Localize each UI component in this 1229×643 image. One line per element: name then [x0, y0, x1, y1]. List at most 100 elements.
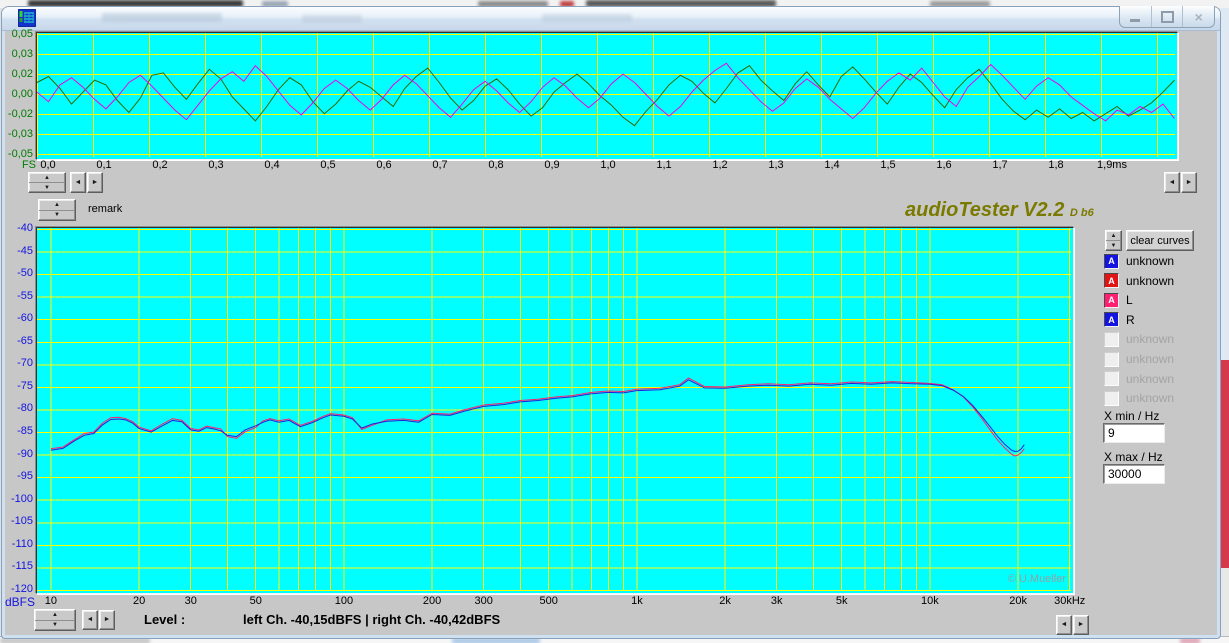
response-y-tick-label: -55	[0, 290, 33, 303]
legend-item-unknown-1[interactable]: Aunknown	[1104, 271, 1174, 291]
scope-scroll-right-button[interactable]: ►	[87, 172, 103, 193]
response-y-tick-label: -120	[0, 583, 33, 596]
scope-x-tick-label: 1,7	[978, 159, 1022, 172]
spin-down-button[interactable]: ▼	[1106, 240, 1121, 250]
scope-x-tick-label: 1,1	[642, 159, 686, 172]
maximize-button[interactable]	[1152, 6, 1184, 27]
maximize-icon	[1161, 11, 1174, 23]
response-y-tick-label: -110	[0, 538, 33, 551]
response-x-tick-label: 200	[407, 595, 457, 608]
legend-item-R[interactable]: AR	[1104, 310, 1135, 330]
response-y-tick-label: -115	[0, 560, 33, 573]
response-x-tick-label: 5k	[817, 595, 867, 608]
legend-color-checkbox[interactable]	[1104, 332, 1119, 347]
app-logo: audioTester V2.2 D b6	[905, 199, 1094, 222]
level-label: Level :	[144, 612, 185, 627]
spin-down-button[interactable]: ▼	[39, 210, 75, 221]
response-x-tick-label: 500	[524, 595, 574, 608]
status-scroll-right-button[interactable]: ►	[99, 610, 115, 630]
minimize-icon	[1130, 19, 1140, 22]
status-spinner: ▲ ▼	[34, 609, 76, 631]
app-icon	[18, 9, 36, 27]
clear-curves-button[interactable]: clear curves	[1126, 230, 1194, 251]
arrow-right-icon: ►	[1078, 622, 1085, 628]
scope-scroll-right-button-2[interactable]: ►	[1181, 172, 1197, 193]
x-max-label: X max / Hz	[1104, 450, 1163, 464]
minimize-button[interactable]	[1120, 6, 1152, 27]
spin-down-icon: ▼	[54, 212, 60, 218]
legend-item-unknown-6[interactable]: unknown	[1104, 369, 1174, 389]
legend-item-label: unknown	[1126, 254, 1174, 268]
legend-item-label: unknown	[1126, 274, 1174, 288]
response-x-tick-label: 300	[459, 595, 509, 608]
response-y-tick-label: -60	[0, 312, 33, 325]
remark-label[interactable]: remark	[88, 203, 122, 215]
response-x-tick-label: 100	[319, 595, 369, 608]
app-logo-title: audioTester V2.2	[905, 199, 1064, 221]
remark-spinner: ▲ ▼	[38, 199, 76, 221]
scope-x-tick-label: 1,6	[922, 159, 966, 172]
spin-up-icon: ▲	[54, 202, 60, 208]
scope-plot-area[interactable]	[36, 32, 1178, 160]
response-x-tick-label: 3k	[752, 595, 802, 608]
scope-x-tick-label: 0,6	[362, 159, 406, 172]
arrow-right-icon: ►	[92, 180, 99, 186]
legend-item-unknown-4[interactable]: unknown	[1104, 329, 1174, 349]
spin-up-icon: ▲	[44, 175, 50, 181]
x-min-input[interactable]: 9	[1103, 423, 1165, 443]
spin-down-icon: ▼	[44, 185, 50, 191]
response-y-tick-label: -95	[0, 470, 33, 483]
scope-x-tick-label: 1,3	[754, 159, 798, 172]
legend-item-unknown-0[interactable]: Aunknown	[1104, 251, 1174, 271]
legend-color-checkbox[interactable]	[1104, 391, 1119, 406]
response-x-tick-label: 50	[231, 595, 281, 608]
legend-color-checkbox[interactable]	[1104, 371, 1119, 386]
scope-scroll-left-button[interactable]: ◄	[70, 172, 86, 193]
response-x-tick-label: 20	[114, 595, 164, 608]
x-max-input[interactable]: 30000	[1103, 464, 1165, 484]
close-button[interactable]: ×	[1183, 6, 1214, 27]
scope-x-tick-label: 1,8	[1034, 159, 1078, 172]
scope-x-tick-label: 1,9ms	[1090, 159, 1134, 172]
scope-x-tick-label: 1,0	[586, 159, 630, 172]
response-y-tick-label: -75	[0, 380, 33, 393]
scope-scroll-left-button-2[interactable]: ◄	[1164, 172, 1180, 193]
spin-up-button[interactable]: ▲	[35, 610, 75, 620]
legend-item-unknown-5[interactable]: unknown	[1104, 349, 1174, 369]
arrow-left-icon: ◄	[1169, 180, 1176, 186]
legend-color-checkbox[interactable]: A	[1104, 293, 1119, 308]
legend-item-L[interactable]: AL	[1104, 290, 1133, 310]
legend-item-unknown-7[interactable]: unknown	[1104, 388, 1174, 408]
response-plot-area[interactable]: © U.Mueller	[36, 227, 1074, 594]
spin-up-button[interactable]: ▲	[1106, 231, 1121, 240]
response-y-tick-label: -45	[0, 245, 33, 258]
scope-fs-label: FS	[16, 159, 36, 171]
spin-down-button[interactable]: ▼	[29, 182, 65, 192]
spin-up-button[interactable]: ▲	[39, 200, 75, 210]
scope-x-tick-label: 1,2	[698, 159, 742, 172]
response-y-tick-label: -100	[0, 493, 33, 506]
curve-legend: AunknownAunknownALARunknownunknownunknow…	[1104, 251, 1214, 411]
spin-up-button[interactable]: ▲	[29, 173, 65, 182]
legend-color-checkbox[interactable]: A	[1104, 273, 1119, 288]
scope-y-tick-label: -0,02	[0, 108, 33, 121]
spin-up-icon: ▲	[52, 612, 58, 618]
status-scroll-left-button[interactable]: ◄	[82, 610, 98, 630]
scope-x-tick-label: 0,3	[194, 159, 238, 172]
desktop: × 0,050,030,020,00-0,02-0,03-0,05 0,00,1…	[0, 0, 1229, 643]
response-scroll-right-button[interactable]: ►	[1073, 615, 1089, 635]
response-scroll-left-button[interactable]: ◄	[1056, 615, 1072, 635]
response-y-tick-label: -40	[0, 222, 33, 235]
legend-color-checkbox[interactable]: A	[1104, 312, 1119, 327]
caption-button-group: ×	[1119, 6, 1215, 28]
scope-x-tick-label: 0,4	[250, 159, 294, 172]
response-x-tick-label: 2k	[700, 595, 750, 608]
legend-color-checkbox[interactable]	[1104, 352, 1119, 367]
arrow-left-icon: ◄	[87, 617, 94, 623]
response-y-tick-label: -85	[0, 425, 33, 438]
spin-down-button[interactable]: ▼	[35, 620, 75, 631]
legend-color-checkbox[interactable]: A	[1104, 254, 1119, 269]
window-titlebar[interactable]	[2, 7, 1220, 31]
copyright-watermark: © U.Mueller	[1008, 573, 1066, 585]
scope-y-tick-label: 0,02	[0, 68, 33, 81]
